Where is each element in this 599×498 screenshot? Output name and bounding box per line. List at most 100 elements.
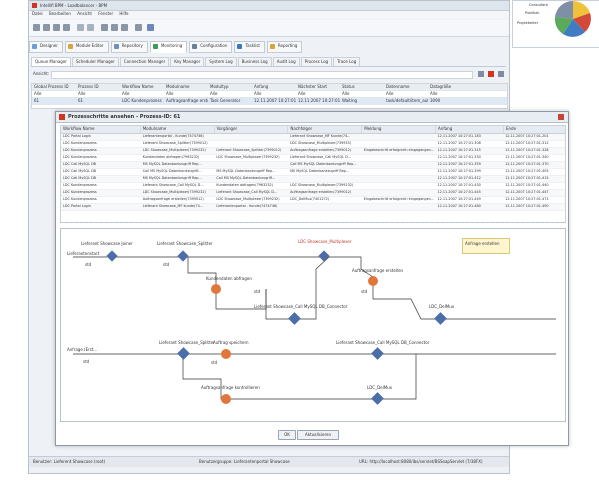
filter-cell[interactable]: Alle [164, 91, 208, 97]
paste-icon[interactable] [121, 24, 128, 31]
table-cell: Auftragsanfrage erstellen(7399012) [142, 197, 204, 201]
table-row[interactable]: LDC Call MySQL DB Call MS MySQL Datenbank… [61, 169, 565, 176]
subtab-audit-log[interactable]: Audit Log [272, 57, 300, 66]
table-row[interactable]: LDC Portal Login Lieferantenportal - Kund… [61, 134, 565, 141]
subtab-trace-log[interactable]: Trace Log [333, 57, 361, 66]
tab-monitoring[interactable]: Monitoring [149, 41, 188, 53]
menu-datei[interactable]: Datei [32, 11, 43, 16]
redo-icon[interactable] [87, 24, 94, 31]
column-header[interactable]: Modultyp [208, 84, 252, 90]
tab-tasklist[interactable]: Tasklist [234, 41, 265, 53]
table-cell: 12.11.2007 10:27:01.308 [437, 141, 481, 145]
annotation-note[interactable]: Anfrage erstellen [462, 238, 510, 254]
column-header[interactable]: Nachfolger [288, 126, 363, 133]
table-row[interactable]: LDC Kundenprozess Lieferant Showcase_Call… [61, 183, 565, 190]
subtab-key-manager[interactable]: Key Manager [170, 57, 205, 66]
filter-cell[interactable]: Alle [296, 91, 340, 97]
auftragsanfrage-node[interactable] [368, 276, 378, 286]
menu-ansicht[interactable]: Ansicht [77, 11, 92, 16]
tab-designer[interactable]: Designer [29, 41, 63, 53]
column-header[interactable]: Global Prozess ID [32, 84, 76, 90]
table-row[interactable]: LDC Kundenprozess LDC Showcase_Multiplexe… [61, 190, 565, 197]
column-header[interactable]: Datagröße [428, 84, 472, 90]
column-header[interactable]: Datenname [384, 84, 428, 90]
save-all-icon[interactable] [63, 24, 70, 31]
filter-icon[interactable] [478, 71, 484, 77]
cut-icon[interactable] [101, 24, 108, 31]
filter-cell[interactable]: Alle [120, 91, 164, 97]
copy-icon[interactable] [111, 24, 118, 31]
refresh-button[interactable]: Aktualisieren [297, 430, 339, 440]
view-dropdown[interactable] [51, 71, 473, 79]
help-icon[interactable] [147, 24, 154, 31]
filter-cell[interactable]: Alle [384, 91, 428, 97]
table-row[interactable]: LDC Kundenprozess Auftragsanfrage erstell… [61, 197, 565, 204]
table-cell: LDC Kundenprozess [63, 190, 97, 194]
filter-cell[interactable]: Alle [208, 91, 252, 97]
table-row[interactable]: LDC Kundenprozess LDC Showcase_Multiplexe… [61, 148, 565, 155]
column-header[interactable]: Status [340, 84, 384, 90]
tasklist-icon [237, 44, 243, 49]
column-header[interactable]: Anfang [436, 126, 504, 133]
delete-icon[interactable] [488, 71, 494, 77]
refresh-icon[interactable] [135, 24, 142, 31]
menu-hilfe[interactable]: Hilfe [119, 11, 128, 16]
column-header[interactable]: Ende [504, 126, 565, 133]
table-cell: LDC Showcase_Multiplexer(7399232) [290, 183, 354, 187]
kundendaten-node[interactable] [211, 284, 221, 294]
filter-cell[interactable]: Alle [340, 91, 384, 97]
filter-cell[interactable]: Alle [76, 91, 120, 97]
table-cell: LDC Call MySQL DB [63, 169, 97, 173]
menu-bearbeiten[interactable]: Bearbeiten [49, 11, 71, 16]
tab-configuration[interactable]: Configuration [189, 41, 233, 53]
table-row[interactable]: LDC Kundenprozess Kundendaten abfragen(79… [61, 155, 565, 162]
tab-reporting[interactable]: Reporting [266, 41, 303, 53]
table-row[interactable]: LDC Kundenprozess Lieferant Showcase_Spli… [61, 141, 565, 148]
table-cell: LDC Portal Login [63, 204, 91, 208]
dialog-title-bar: Prozesschritte ansehen - Prozess-ID: 61 [56, 112, 568, 123]
table-cell: Call MS MySQL Datenbankzugriff... [216, 176, 276, 180]
table-cell: MS MySQL Datenbankzugriff Rep... [142, 176, 202, 180]
column-header[interactable]: Prozess ID [76, 84, 120, 90]
table-cell: 12.11.2007 10:27:01... [254, 98, 296, 103]
ok-button[interactable]: OK [278, 430, 296, 440]
save-icon[interactable] [53, 24, 60, 31]
tab-module-editor[interactable]: Module Editor [64, 41, 109, 53]
filter-cell[interactable]: Alle [252, 91, 296, 97]
table-cell [362, 169, 436, 175]
subtab-system-log[interactable]: System Log [205, 57, 237, 66]
table-cell: task/default/item_auftr... [386, 98, 428, 103]
refresh-icon[interactable] [498, 71, 504, 77]
filter-cell[interactable]: Alle [428, 91, 472, 97]
subtab-business-log[interactable]: Business Log [237, 57, 272, 66]
table-row[interactable]: LDC Call MySQL DB MS MySQL Datenbankzugri… [61, 162, 565, 169]
subtab-scheduler-manager[interactable]: Scheduler Manager [71, 57, 119, 66]
tab-repository[interactable]: Repository [110, 41, 148, 53]
table-cell: Auftragsanfrage erstellen(7399012) [290, 190, 352, 194]
new-icon[interactable] [33, 24, 40, 31]
table-cell [362, 204, 436, 210]
filter-cell[interactable]: Alle [32, 91, 76, 97]
close-icon[interactable] [558, 114, 564, 120]
menu-fenster[interactable]: Fenster [98, 11, 113, 16]
column-header[interactable]: Meldung [362, 126, 437, 133]
column-header[interactable]: Vorgänger [215, 126, 289, 133]
column-header[interactable]: Workflow Name [120, 84, 164, 90]
kontrollieren-node[interactable] [221, 394, 231, 404]
column-header[interactable]: Modulname [141, 126, 215, 133]
column-header[interactable]: Anfang [252, 84, 296, 90]
subtab-process-log[interactable]: Process Log [300, 57, 333, 66]
table-row[interactable]: LDC Portal Login Lieferant Showcase_MF Ku… [61, 204, 565, 211]
table-row[interactable]: 61 61 LDC Kundenprozess Auftragsanfrage … [32, 98, 507, 105]
subtab-queue-manager[interactable]: Queue Manager [31, 57, 71, 66]
column-header[interactable]: Workflow Name [61, 126, 141, 133]
column-header[interactable]: Modulname [164, 84, 208, 90]
open-icon[interactable] [43, 24, 50, 31]
table-row[interactable]: LDC Call MySQL DB MS MySQL Datenbankzugri… [61, 176, 565, 183]
undo-icon[interactable] [77, 24, 84, 31]
subtab-connection-manager[interactable]: Connection Manager [119, 57, 170, 66]
auftrag-speichern-node[interactable] [221, 349, 231, 359]
splitter-handle[interactable] [60, 222, 564, 227]
node-label: Lieferant Showcase_Call MySQL DB_Connect… [336, 340, 430, 345]
column-header[interactable]: Nächster Start [296, 84, 340, 90]
